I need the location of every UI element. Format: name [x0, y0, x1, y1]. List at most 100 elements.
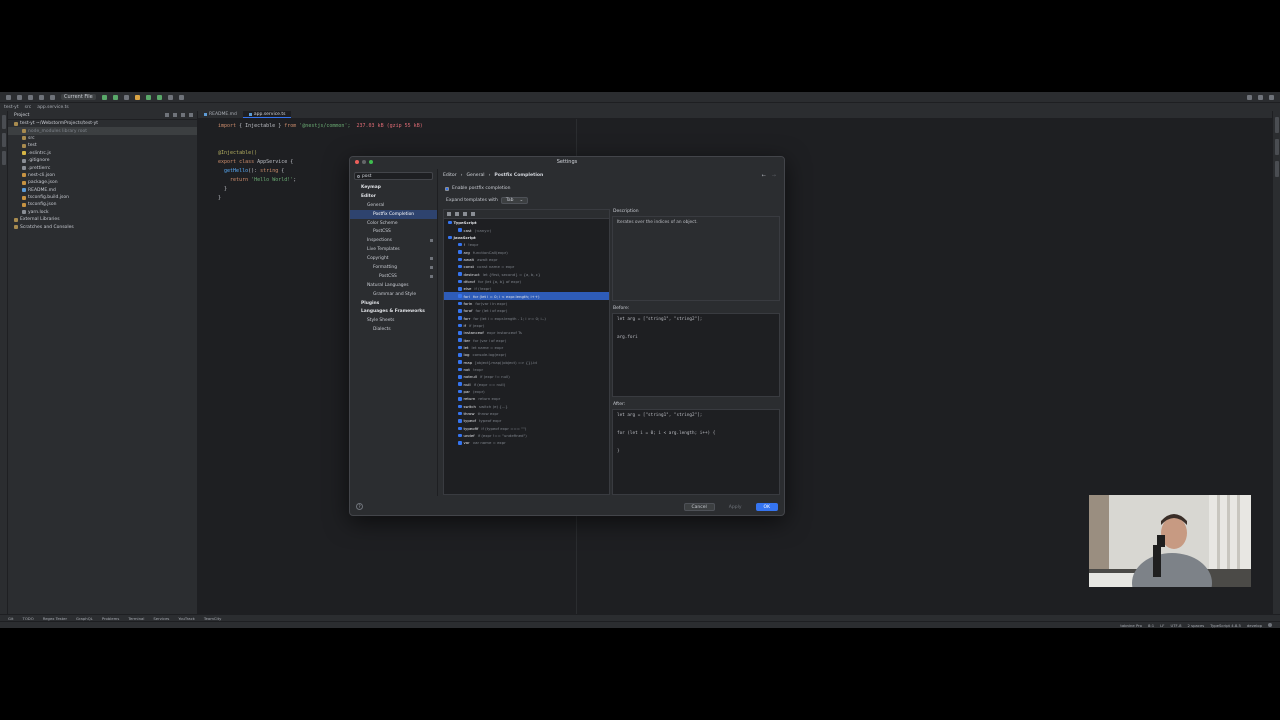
project-tree-item[interactable]: .eslintrc.js [8, 150, 197, 157]
template-item[interactable]: typeofif if (typeof expr === "") [444, 425, 609, 432]
template-item[interactable]: forr for (let i = expr.length - 1; i >= 0… [444, 314, 609, 321]
template-item[interactable]: return return expr [444, 395, 609, 402]
add-icon[interactable] [447, 212, 451, 216]
remove-icon[interactable] [455, 212, 459, 216]
project-tree-item[interactable]: nest-cli.json [8, 172, 197, 179]
settings-nav-item[interactable]: Editor [350, 192, 437, 201]
template-checkbox[interactable] [458, 294, 462, 298]
tool-window-button[interactable]: Problems [102, 616, 120, 621]
template-checkbox[interactable] [458, 382, 462, 386]
template-checkbox[interactable] [458, 287, 462, 291]
project-tree-item[interactable]: tsconfig.json [8, 201, 197, 208]
template-item[interactable]: null if (expr == null) [444, 381, 609, 388]
editor-tab[interactable]: README.md [198, 111, 243, 118]
project-tree-item[interactable]: yarn.lock [8, 209, 197, 216]
template-checkbox[interactable] [458, 367, 462, 372]
template-item[interactable]: forin for(var i in expr) [444, 300, 609, 307]
project-tree-item[interactable]: tsconfig.build.json [8, 194, 197, 201]
template-item[interactable]: ! !expr [444, 241, 609, 248]
status-item[interactable]: 2 spaces [1188, 623, 1205, 628]
template-checkbox[interactable] [458, 411, 462, 416]
template-item[interactable]: forof for (let i of expr) [444, 307, 609, 314]
template-group[interactable]: JavaScript [444, 234, 609, 241]
project-tree-item[interactable]: test-yt ~/WebstormProjects/test-yt [8, 120, 197, 127]
run-config-select[interactable]: Current File [61, 94, 96, 100]
back-arrow-icon[interactable]: ← [762, 173, 766, 179]
status-item[interactable]: TypeScript 4.8.5 [1210, 623, 1241, 628]
expand-templates-select[interactable]: Tab ⌄ [500, 197, 529, 204]
project-panel-title[interactable]: Project [14, 113, 29, 118]
forward-icon[interactable] [17, 94, 22, 100]
template-item[interactable]: map [object].map((object) => {}).id [444, 359, 609, 366]
settings-nav-item[interactable]: Keymap [350, 183, 437, 192]
breadcrumb-item[interactable]: test-yt [4, 105, 19, 110]
template-checkbox[interactable] [448, 235, 452, 240]
settings-nav-item[interactable]: Style Sheets [350, 316, 437, 325]
structure-tool-icon[interactable] [2, 151, 6, 165]
project-tree-item[interactable]: .gitignore [8, 157, 197, 164]
template-checkbox[interactable] [458, 279, 462, 284]
options-icon[interactable] [181, 113, 185, 117]
editor-tab[interactable]: app.service.ts [242, 111, 292, 118]
status-item[interactable]: LF [1160, 623, 1164, 628]
template-checkbox[interactable] [458, 360, 462, 364]
template-checkbox[interactable] [458, 316, 462, 320]
tool-window-button[interactable]: Services [153, 616, 169, 621]
template-group[interactable]: TypeScript [444, 219, 609, 226]
ok-button[interactable]: OK [755, 503, 778, 511]
template-checkbox[interactable] [458, 228, 462, 232]
template-item[interactable]: if if (expr) [444, 322, 609, 329]
template-checkbox[interactable] [458, 272, 462, 276]
settings-nav-item[interactable]: Grammar and Style [350, 290, 437, 299]
template-checkbox[interactable] [448, 220, 452, 225]
tool-window-button[interactable]: Git [8, 616, 14, 621]
history-icon[interactable] [167, 94, 173, 100]
close-window-icon[interactable] [355, 160, 359, 164]
template-checkbox[interactable] [458, 426, 462, 431]
project-tree-item[interactable]: test [8, 142, 197, 149]
settings-nav-item[interactable]: Live Templates [350, 245, 437, 254]
commit-icon[interactable] [145, 94, 151, 100]
template-item[interactable]: undef if (expr !== "undefined") [444, 432, 609, 439]
cancel-button[interactable]: Cancel [683, 503, 715, 511]
project-tree-item[interactable]: README.md [8, 187, 197, 194]
settings-nav-item[interactable]: PostCSS [350, 227, 437, 236]
breadcrumb-item[interactable]: src [25, 105, 32, 110]
template-item[interactable]: let let name = expr [444, 344, 609, 351]
template-item[interactable]: notnull if (expr != null) [444, 373, 609, 380]
settings-search-input[interactable]: post [354, 172, 433, 180]
help-icon[interactable]: ? [356, 503, 363, 510]
collapse-icon[interactable] [173, 113, 177, 117]
memory-indicator-icon[interactable] [1268, 623, 1272, 627]
breadcrumb-item[interactable]: app.service.ts [37, 105, 69, 110]
project-tool-icon[interactable] [2, 115, 6, 129]
settings-nav-item[interactable]: Postfix Completion [350, 209, 437, 219]
rollback-icon[interactable] [178, 94, 184, 100]
settings-nav-item[interactable]: Formatting [350, 263, 437, 272]
template-checkbox[interactable] [458, 301, 462, 306]
template-item[interactable]: par (expr) [444, 388, 609, 395]
template-checkbox[interactable] [458, 389, 462, 394]
hide-icon[interactable] [189, 113, 193, 117]
template-item[interactable]: throw throw expr [444, 410, 609, 417]
template-checkbox[interactable] [458, 397, 462, 401]
template-checkbox[interactable] [458, 242, 462, 247]
settings-icon[interactable] [1258, 94, 1263, 100]
template-item[interactable]: const const name = expr [444, 263, 609, 270]
settings-nav-item[interactable]: Color Scheme [350, 219, 437, 228]
template-checkbox[interactable] [458, 345, 462, 350]
settings-nav-item[interactable]: Natural Languages [350, 281, 437, 290]
project-tree-item[interactable]: src [8, 135, 197, 142]
template-checkbox[interactable] [458, 309, 462, 313]
template-item[interactable]: fori for (let i = 0; i < expr.length; i++… [444, 292, 609, 300]
template-item[interactable]: not !expr [444, 366, 609, 373]
tool-window-button[interactable]: YouTrack [178, 616, 194, 621]
project-tree-item[interactable]: External Libraries [8, 216, 197, 223]
minimize-window-icon[interactable] [362, 160, 366, 164]
back-icon[interactable] [6, 94, 11, 100]
settings-nav-item[interactable]: Plugins [350, 299, 437, 308]
template-item[interactable]: await await expr [444, 256, 609, 263]
template-checkbox[interactable] [458, 433, 462, 438]
template-checkbox[interactable] [458, 419, 462, 423]
tool-window-button[interactable]: Regex Tester [43, 616, 67, 621]
